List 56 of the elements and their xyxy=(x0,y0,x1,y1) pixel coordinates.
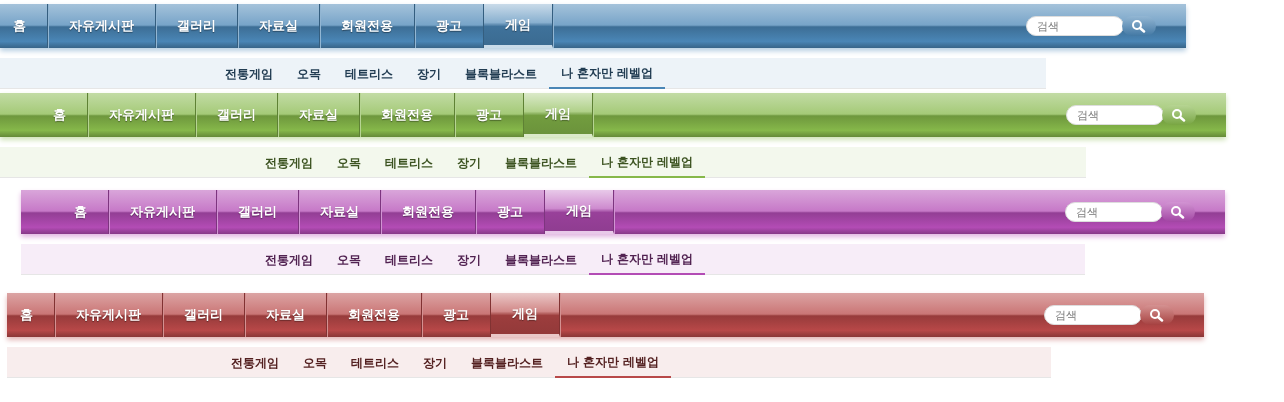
submenu-item[interactable]: 나 혼자만 레벨업 xyxy=(549,58,666,89)
menu-tab[interactable]: 자유게시판 xyxy=(48,4,156,48)
search-field[interactable]: 검색 xyxy=(1065,202,1163,222)
search-icon xyxy=(1131,19,1147,33)
menu-tab[interactable]: 홈 xyxy=(61,190,109,234)
submenu-item[interactable]: 블록블라스트 xyxy=(493,244,589,275)
submenu-item[interactable]: 테트리스 xyxy=(373,147,445,178)
menu-tab[interactable]: 갤러리 xyxy=(156,4,238,48)
menu-tab[interactable]: 자료실 xyxy=(245,293,327,337)
menu-tab[interactable]: 갤러리 xyxy=(163,293,245,337)
submenu-item[interactable]: 블록블라스트 xyxy=(459,347,555,378)
menu-tab[interactable]: 갤러리 xyxy=(217,190,299,234)
submenu-item[interactable]: 오목 xyxy=(291,347,339,378)
search-button[interactable] xyxy=(1140,305,1174,325)
search-field[interactable]: 검색 xyxy=(1026,16,1124,36)
submenu-item[interactable]: 테트리스 xyxy=(339,347,411,378)
submenu-item[interactable]: 장기 xyxy=(445,147,493,178)
search-button[interactable] xyxy=(1122,16,1156,36)
menu-tab[interactable]: 회원전용 xyxy=(320,4,415,48)
menu-tab[interactable]: 게임 xyxy=(491,293,560,337)
submenu-item[interactable]: 테트리스 xyxy=(373,244,445,275)
search-field[interactable]: 검색 xyxy=(1044,305,1142,325)
search-icon xyxy=(1149,308,1165,322)
submenu-item[interactable]: 전통게임 xyxy=(253,244,325,275)
menu-tab[interactable]: 자료실 xyxy=(278,93,360,137)
menu-tab[interactable]: 회원전용 xyxy=(327,293,422,337)
submenu-item[interactable]: 오목 xyxy=(285,58,333,89)
menu-tab[interactable]: 회원전용 xyxy=(381,190,476,234)
submenu-item[interactable]: 오목 xyxy=(325,244,373,275)
submenu-item[interactable]: 나 혼자만 레벨업 xyxy=(555,347,672,378)
submenu-item[interactable]: 테트리스 xyxy=(333,58,405,89)
search-icon xyxy=(1170,205,1186,219)
submenu-item[interactable]: 블록블라스트 xyxy=(493,147,589,178)
menu-tab[interactable]: 홈 xyxy=(7,293,55,337)
submenu-item[interactable]: 나 혼자만 레벨업 xyxy=(589,244,706,275)
menu-tab[interactable]: 게임 xyxy=(484,4,553,48)
submenu-item[interactable]: 전통게임 xyxy=(213,58,285,89)
menu-tab[interactable]: 갤러리 xyxy=(196,93,278,137)
menu-tab[interactable]: 자유게시판 xyxy=(109,190,217,234)
menu-tab[interactable]: 자료실 xyxy=(238,4,320,48)
search-button[interactable] xyxy=(1162,105,1196,125)
search-field[interactable]: 검색 xyxy=(1066,105,1164,125)
menu-tab[interactable]: 자료실 xyxy=(299,190,381,234)
search-button[interactable] xyxy=(1161,202,1195,222)
submenu-item[interactable]: 장기 xyxy=(405,58,453,89)
submenu-item[interactable]: 전통게임 xyxy=(219,347,291,378)
menu-tab[interactable]: 게임 xyxy=(545,190,614,234)
submenu-item[interactable]: 장기 xyxy=(445,244,493,275)
submenu-item[interactable]: 장기 xyxy=(411,347,459,378)
submenu-item[interactable]: 블록블라스트 xyxy=(453,58,549,89)
submenu-item[interactable]: 나 혼자만 레벨업 xyxy=(589,147,706,178)
submenu-item[interactable]: 전통게임 xyxy=(253,147,325,178)
menu-tab[interactable]: 자유게시판 xyxy=(55,293,163,337)
search-icon xyxy=(1171,108,1187,122)
submenu-item[interactable]: 오목 xyxy=(325,147,373,178)
menu-tab[interactable]: 홈 xyxy=(0,4,48,48)
